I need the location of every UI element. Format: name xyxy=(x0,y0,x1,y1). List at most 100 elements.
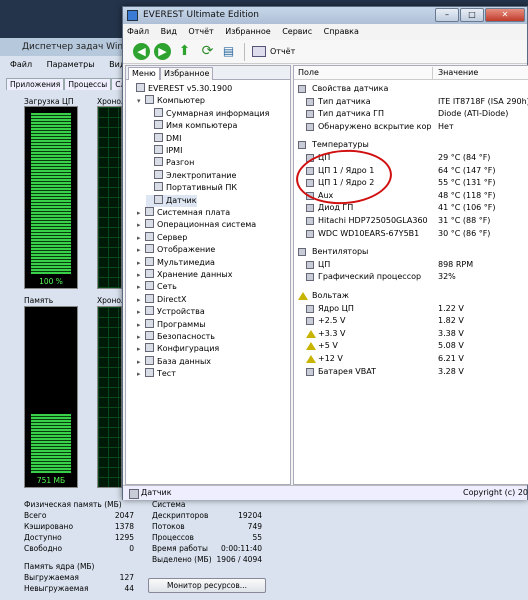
tree-expander-icon[interactable]: ▸ xyxy=(137,281,145,293)
tree-expander-icon[interactable]: ▾ xyxy=(137,95,145,107)
tree-item[interactable]: Электропитание xyxy=(146,169,236,182)
sensor-row[interactable]: Тип датчика ITE IT8718F (ISA 290h) xyxy=(294,96,528,108)
sensor-group-header[interactable]: Вольтаж xyxy=(294,290,528,302)
tree-expander-icon[interactable]: ▸ xyxy=(137,306,145,318)
sensor-row[interactable]: ЦП 898 RPM xyxy=(294,259,528,271)
tree-item[interactable]: ▸ Мультимедиа xyxy=(137,256,215,269)
menu-view[interactable]: Вид xyxy=(161,27,177,36)
sensor-row[interactable]: +3.3 V 3.38 V xyxy=(294,328,528,340)
tree-expander-icon[interactable]: ▸ xyxy=(137,368,145,380)
back-arrow-icon[interactable]: ◀ xyxy=(133,43,150,60)
tree-expander-icon[interactable]: ▸ xyxy=(137,232,145,244)
minimize-icon[interactable]: – xyxy=(435,8,459,22)
tree-expander-icon[interactable]: ▸ xyxy=(137,331,145,343)
tree-item[interactable]: DMI xyxy=(146,132,181,145)
menu-report[interactable]: Отчёт xyxy=(188,27,213,36)
tree-item[interactable]: IPMI xyxy=(146,145,182,157)
sensor-row[interactable]: Батарея VBAT 3.28 V xyxy=(294,366,528,378)
tab-favorites[interactable]: Избранное xyxy=(160,67,214,80)
sensor-value: 3.38 V xyxy=(438,328,464,338)
tree-item[interactable]: Суммарная информация xyxy=(146,107,270,120)
sensor-row[interactable]: Ядро ЦП 1.22 V xyxy=(294,303,528,315)
tree-item[interactable]: Разгон xyxy=(146,157,194,169)
refresh-icon[interactable]: ⟳ xyxy=(199,43,216,60)
tree-expander-icon[interactable]: ▸ xyxy=(137,356,145,368)
tree-item[interactable]: ▸ Устройства xyxy=(137,306,205,318)
tree-item[interactable]: ▾ Компьютер xyxy=(137,95,205,107)
tree-item[interactable]: ▸ Операционная система xyxy=(137,219,256,231)
tree-expander-icon[interactable]: ▸ xyxy=(137,207,145,219)
sensor-field: Тип датчика ГП xyxy=(318,109,385,119)
tree-expander-icon[interactable]: ▸ xyxy=(137,319,145,331)
tree-item[interactable]: ▸ Сеть xyxy=(137,281,177,293)
tree-item[interactable]: ▸ Системная плата xyxy=(137,207,230,219)
sensor-group-header[interactable]: Вентиляторы xyxy=(294,246,528,258)
menu-service[interactable]: Сервис xyxy=(282,27,312,36)
tree-item[interactable]: ▸ Конфигурация xyxy=(137,343,219,355)
menu-favorites[interactable]: Избранное xyxy=(225,27,270,36)
forward-arrow-icon[interactable]: ▶ xyxy=(154,43,171,60)
stat-label: Процессов xyxy=(152,533,194,542)
sensor-row[interactable]: +12 V 6.21 V xyxy=(294,353,528,365)
tree-item[interactable]: ▸ Тест xyxy=(137,368,176,380)
kernel-memory-title: Память ядра (МБ) xyxy=(24,562,95,571)
tree-item[interactable]: ▸ Безопасность xyxy=(137,331,215,343)
sensor-row[interactable]: WDC WD10EARS-67Y5B1 30 °C (86 °F) xyxy=(294,228,528,240)
tree-item[interactable]: ▸ Программы xyxy=(137,318,206,331)
up-arrow-icon[interactable]: ⬆ xyxy=(176,43,193,60)
stat-value: 1295 xyxy=(114,533,134,542)
tm-tab-processes[interactable]: Процессы xyxy=(64,78,112,90)
maximize-icon[interactable]: □ xyxy=(460,8,484,22)
sensor-row[interactable]: Тип датчика ГП Diode (ATI-Diode) xyxy=(294,108,528,120)
sensor-row[interactable]: Графический процессор 32% xyxy=(294,271,528,283)
sensor-row[interactable]: Диод ГП 41 °C (106 °F) xyxy=(294,202,528,214)
sensor-row[interactable]: Обнаружено вскрытие кор... Нет xyxy=(294,121,528,133)
everest-toolbar: ◀ ▶ ⬆ ⟳ ▤ Отчёт xyxy=(123,40,527,64)
tm-menu-options[interactable]: Параметры xyxy=(47,60,95,69)
tm-menu-file[interactable]: Файл xyxy=(10,60,32,69)
tree-item[interactable]: Датчик xyxy=(146,194,197,207)
stat-row: Свободно 0 xyxy=(24,543,134,554)
sensor-field: Графический процессор xyxy=(318,272,422,282)
tree-expander-icon[interactable]: ▸ xyxy=(137,343,145,355)
tree-item[interactable]: ▸ Хранение данных xyxy=(137,269,232,281)
sensor-icon xyxy=(306,97,314,106)
sensor-group-header[interactable]: Температуры xyxy=(294,139,528,151)
column-value-header[interactable]: Значение xyxy=(438,66,478,80)
sensor-value: 41 °C (106 °F) xyxy=(438,203,496,213)
menu-file[interactable]: Файл xyxy=(127,27,149,36)
resource-monitor-button[interactable]: Монитор ресурсов... xyxy=(148,578,266,593)
tm-tab-applications[interactable]: Приложения xyxy=(6,78,65,90)
tree-item[interactable]: Имя компьютера xyxy=(146,120,237,132)
sensor-icon xyxy=(306,204,314,213)
sensor-value: 1.82 V xyxy=(438,316,464,326)
sensor-row[interactable]: +5 V 5.08 V xyxy=(294,340,528,352)
report-button[interactable]: Отчёт xyxy=(252,44,295,60)
everest-title-bar: EVEREST Ultimate Edition – □ ✕ xyxy=(123,7,527,24)
tree-node-icon xyxy=(154,194,163,204)
sensor-row[interactable]: Hitachi HDP725050GLA360 31 °C (88 °F) xyxy=(294,215,528,227)
menu-help[interactable]: Справка xyxy=(324,27,359,36)
tree-item-label: Суммарная информация xyxy=(166,108,270,118)
tree-item[interactable]: ▸ Отображение xyxy=(137,244,215,256)
favorites-chart-icon[interactable]: ▤ xyxy=(220,43,237,60)
cpu-history-graph xyxy=(97,106,122,289)
tree-item[interactable]: Портативный ПК xyxy=(146,182,237,194)
column-field-header[interactable]: Поле xyxy=(298,66,319,80)
stat-row: Доступно 1295 xyxy=(24,532,134,543)
close-icon[interactable]: ✕ xyxy=(485,8,525,22)
tree-expander-icon[interactable]: ▸ xyxy=(137,269,145,281)
tree-item[interactable]: ▸ База данных xyxy=(137,355,211,368)
tab-menu[interactable]: Меню xyxy=(128,67,160,80)
tree-expander-icon[interactable]: ▸ xyxy=(137,257,145,269)
sensor-group-header[interactable]: Свойства датчика xyxy=(294,83,528,95)
tree-item[interactable]: EVEREST v5.30.1900 xyxy=(128,83,232,95)
tree-expander-icon[interactable]: ▸ xyxy=(137,294,145,306)
sensor-value: 55 °C (131 °F) xyxy=(438,178,496,188)
tree-item[interactable]: ▸ DirectX xyxy=(137,293,186,306)
tree-item[interactable]: ▸ Сервер xyxy=(137,231,187,244)
tree-expander-icon[interactable]: ▸ xyxy=(137,244,145,256)
sensor-row[interactable]: +2.5 V 1.82 V xyxy=(294,315,528,327)
tree-expander-icon[interactable]: ▸ xyxy=(137,219,145,231)
column-divider[interactable] xyxy=(432,67,433,79)
